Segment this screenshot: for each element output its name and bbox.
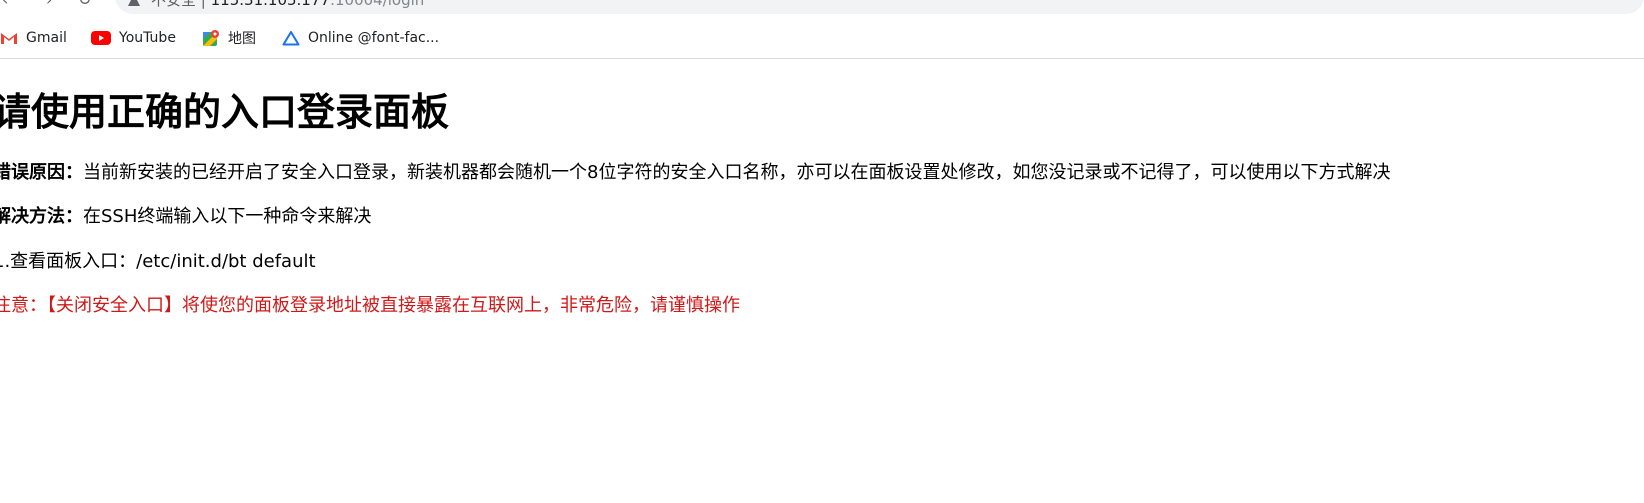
error-reason: 错误原因：当前新安装的已经开启了安全入口登录，新装机器都会随机一个8位字符的安全… bbox=[0, 160, 1390, 186]
triangle-icon bbox=[282, 31, 300, 46]
solution-text: 在SSH终端输入以下一种命令来解决 bbox=[83, 206, 372, 227]
bookmark-youtube[interactable]: YouTube bbox=[91, 28, 176, 48]
reload-icon[interactable]: ↻ bbox=[78, 0, 91, 9]
maps-icon bbox=[203, 30, 219, 46]
address-separator: | bbox=[200, 0, 206, 9]
forward-arrow-icon[interactable]: › bbox=[46, 0, 52, 9]
solution-label: 解决方法： bbox=[0, 206, 83, 227]
security-label: 不安全 bbox=[151, 0, 197, 9]
page-content: 请使用正确的入口登录面板 错误原因：当前新安装的已经开启了安全入口登录，新装机器… bbox=[0, 59, 1644, 503]
warning-note: 注意：【关闭安全入口】将使您的面板登录地址被直接暴露在互联网上，非常危险，请谨慎… bbox=[0, 295, 740, 316]
error-reason-text: 当前新安装的已经开启了安全入口登录，新装机器都会随机一个8位字符的安全入口名称，… bbox=[83, 162, 1391, 183]
bookmark-label: Online @font-fac... bbox=[308, 30, 440, 46]
error-reason-label: 错误原因： bbox=[0, 162, 83, 183]
bookmark-online-font-face[interactable]: Online @font-fac... bbox=[282, 28, 439, 48]
address-text[interactable]: 不安全 | 115.31.105.177:10004/login bbox=[151, 0, 424, 9]
bookmark-label: Gmail bbox=[26, 30, 67, 46]
browser-toolbar: ‹ › ↻ 不安全 | 115.31.105.177:10004/login bbox=[0, 0, 1644, 16]
warning-triangle-icon[interactable] bbox=[127, 0, 141, 7]
address-path: :10004/login bbox=[329, 0, 425, 9]
bookmarks-bar: Gmail YouTube 地图 Online @font-fac... bbox=[0, 16, 1644, 59]
gmail-icon bbox=[1, 33, 17, 44]
bookmark-label: 地图 bbox=[228, 31, 256, 47]
back-arrow-icon[interactable]: ‹ bbox=[2, 0, 8, 9]
youtube-icon bbox=[91, 31, 111, 45]
bookmark-maps[interactable]: 地图 bbox=[202, 28, 256, 48]
solution: 解决方法：在SSH终端输入以下一种命令来解决 bbox=[0, 204, 371, 230]
page-title: 请使用正确的入口登录面板 bbox=[0, 90, 450, 134]
step-view-panel-entry: 1.查看面板入口：/etc/init.d/bt default bbox=[0, 251, 316, 272]
address-host: 115.31.105.177 bbox=[210, 0, 330, 9]
bookmark-label: YouTube bbox=[119, 30, 176, 46]
bookmark-gmail[interactable]: Gmail bbox=[0, 28, 67, 48]
